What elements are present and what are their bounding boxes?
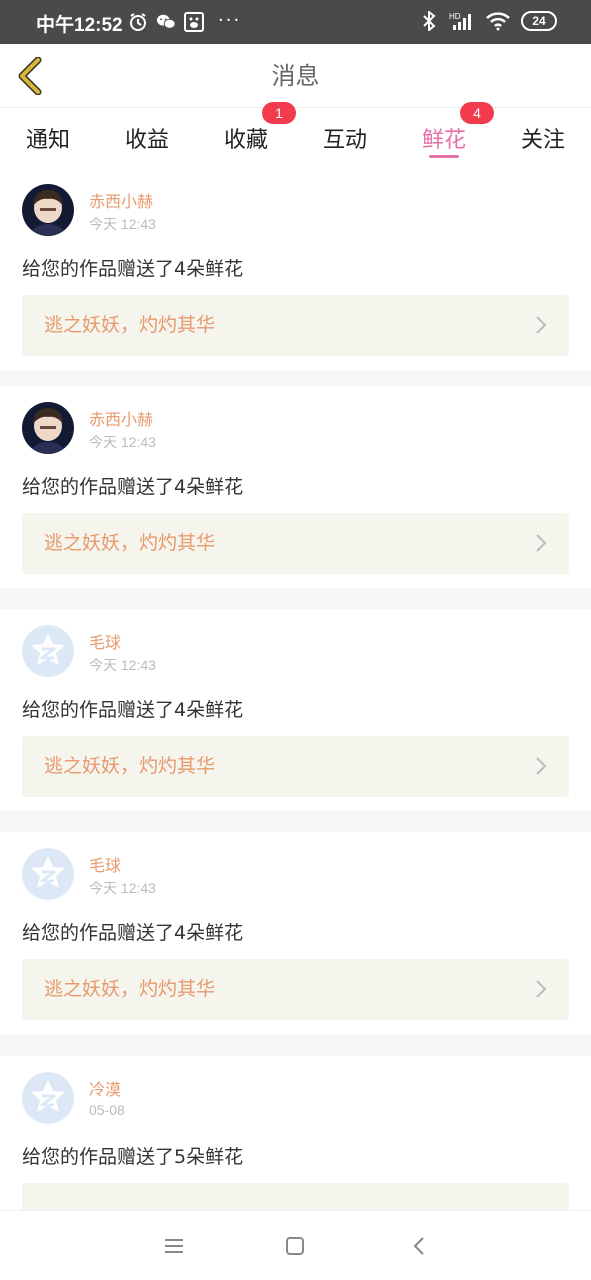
username[interactable]: 赤西小赫 [89, 406, 153, 430]
message-text: 给您的作品赠送了5朵鲜花 [22, 1146, 244, 1168]
chevron-right-icon [536, 316, 547, 334]
tab-favorites[interactable]: 收藏 1 [214, 102, 296, 168]
bluetooth-icon [419, 11, 439, 31]
timestamp: 今天 12:43 [89, 434, 156, 450]
back-button[interactable] [10, 54, 50, 98]
tab-label: 鲜花 [421, 128, 466, 153]
work-title: 逃之妖妖，灼灼其华 [44, 314, 216, 336]
more-notifications: ··· [218, 10, 242, 31]
status-bar: 中午12:52 ··· HD 24 [0, 0, 591, 44]
home-square-icon [286, 1237, 304, 1255]
tab-label: 通知 [25, 128, 70, 153]
menu-icon [165, 1239, 183, 1253]
work-title: 逃之妖妖，灼灼其华 [44, 755, 216, 777]
app-header: 消息 [0, 44, 591, 108]
work-link[interactable]: 逃之妖妖，灼灼其华 [22, 736, 569, 797]
wifi-icon [485, 11, 511, 31]
tab-flowers[interactable]: 鲜花 4 [412, 102, 494, 168]
active-tab-indicator [429, 155, 459, 158]
username[interactable]: 赤西小赫 [89, 188, 153, 212]
list-item: 冷漠 05-08 给您的作品赠送了5朵鲜花 [0, 1056, 591, 1210]
tab-notifications[interactable]: 通知 [16, 108, 80, 168]
system-nav-bar [0, 1210, 591, 1280]
battery-icon: 24 [521, 11, 557, 31]
avatar[interactable] [22, 625, 74, 677]
timestamp: 今天 12:43 [89, 657, 156, 673]
timestamp: 05-08 [89, 1102, 125, 1118]
back-icon [413, 1237, 424, 1255]
status-time: 中午12:52 [36, 15, 123, 36]
tab-follows[interactable]: 关注 [511, 108, 575, 168]
list-item: 赤西小赫 今天 12:43 给您的作品赠送了4朵鲜花 逃之妖妖，灼灼其华 [0, 168, 591, 370]
page-title: 消息 [271, 62, 320, 90]
work-link[interactable]: 逃之妖妖，灼灼其华 [22, 959, 569, 1020]
alarm-icon [128, 12, 148, 32]
work-link[interactable] [22, 1183, 569, 1210]
timestamp: 今天 12:43 [89, 216, 156, 232]
chevron-right-icon [536, 757, 547, 775]
tab-label: 收藏 [223, 128, 268, 153]
tab-interactions[interactable]: 互动 [313, 108, 377, 168]
avatar[interactable] [22, 848, 74, 900]
svg-text:HD: HD [449, 12, 461, 21]
favorites-badge: 1 [262, 102, 296, 124]
tab-label: 互动 [322, 128, 367, 153]
signal-icon: HD [449, 11, 475, 31]
list-item: 赤西小赫 今天 12:43 给您的作品赠送了4朵鲜花 逃之妖妖，灼灼其华 [0, 386, 591, 588]
work-title: 逃之妖妖，灼灼其华 [44, 978, 216, 1000]
work-title: 逃之妖妖，灼灼其华 [44, 532, 216, 554]
list-item: 毛球 今天 12:43 给您的作品赠送了4朵鲜花 逃之妖妖，灼灼其华 [0, 609, 591, 811]
message-tabs: 通知 收益 收藏 1 互动 鲜花 4 关注 [0, 102, 591, 168]
message-text: 给您的作品赠送了4朵鲜花 [22, 258, 244, 280]
flowers-badge: 4 [460, 102, 494, 124]
message-text: 给您的作品赠送了4朵鲜花 [22, 476, 244, 498]
timestamp: 今天 12:43 [89, 880, 156, 896]
username[interactable]: 冷漠 [89, 1076, 121, 1100]
back-chevron-icon [18, 57, 42, 95]
message-text: 给您的作品赠送了4朵鲜花 [22, 922, 244, 944]
system-back-button[interactable] [402, 1229, 436, 1263]
work-link[interactable]: 逃之妖妖，灼灼其华 [22, 295, 569, 356]
flower-message-list[interactable]: 赤西小赫 今天 12:43 给您的作品赠送了4朵鲜花 逃之妖妖，灼灼其华 赤西小… [0, 168, 591, 1210]
username[interactable]: 毛球 [89, 852, 121, 876]
work-link[interactable]: 逃之妖妖，灼灼其华 [22, 513, 569, 574]
chevron-right-icon [536, 980, 547, 998]
baidu-icon [184, 12, 204, 32]
message-text: 给您的作品赠送了4朵鲜花 [22, 699, 244, 721]
tab-label: 收益 [124, 128, 169, 153]
avatar[interactable] [22, 184, 74, 236]
avatar[interactable] [22, 1072, 74, 1124]
menu-button[interactable] [157, 1229, 191, 1263]
chevron-right-icon [536, 534, 547, 552]
tab-label: 关注 [520, 128, 565, 153]
home-button[interactable] [278, 1229, 312, 1263]
username[interactable]: 毛球 [89, 629, 121, 653]
tab-earnings[interactable]: 收益 [115, 108, 179, 168]
avatar[interactable] [22, 402, 74, 454]
list-item: 毛球 今天 12:43 给您的作品赠送了4朵鲜花 逃之妖妖，灼灼其华 [0, 832, 591, 1034]
wechat-icon [156, 12, 176, 32]
